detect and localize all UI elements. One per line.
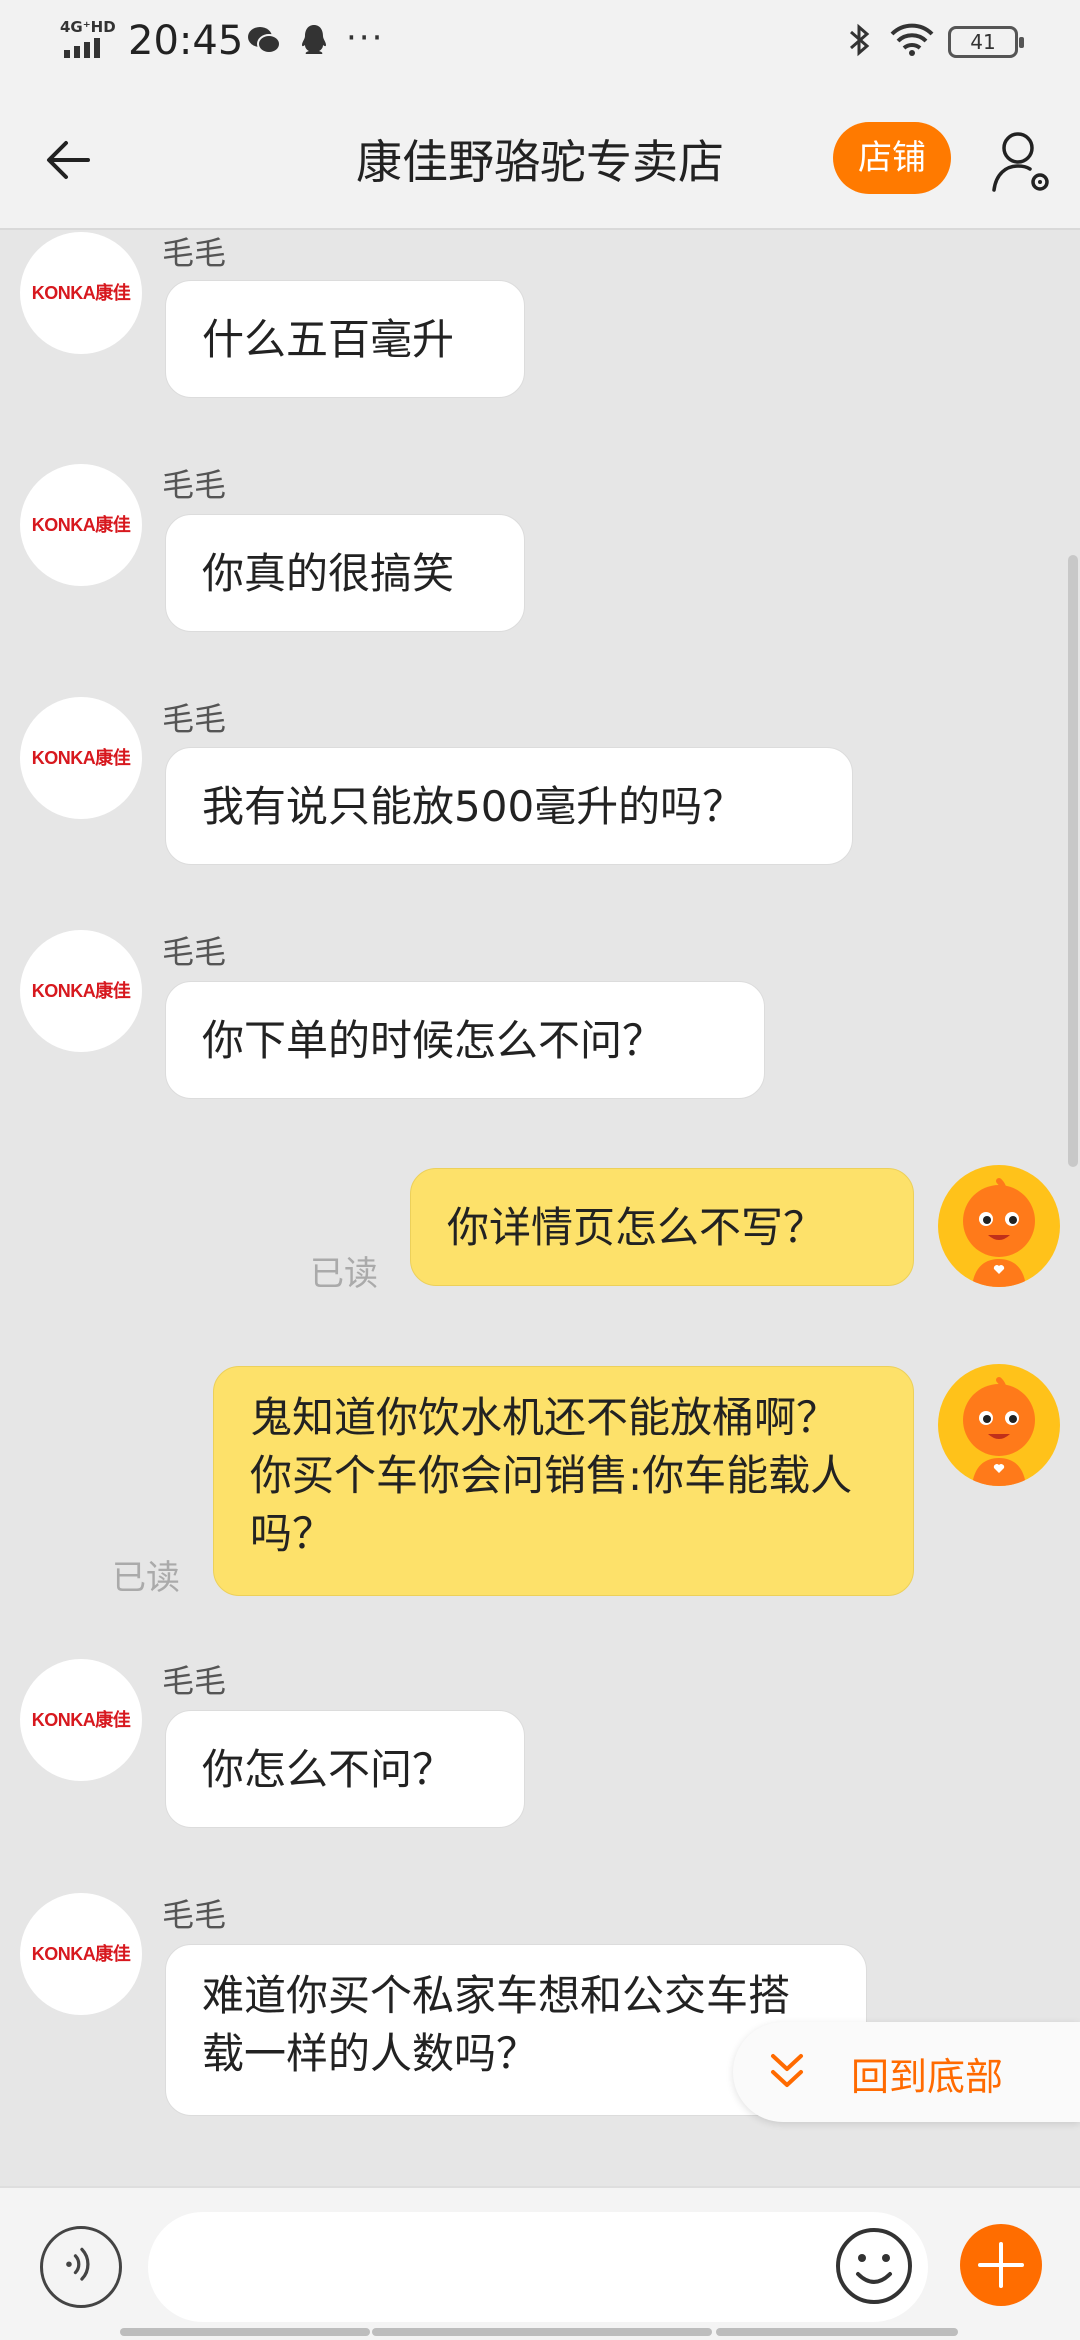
double-chevron-down-icon (771, 2054, 803, 2087)
sender-name: 毛毛 (162, 700, 227, 738)
bluetooth-icon (850, 23, 870, 57)
nav-indicator (120, 2328, 370, 2336)
message-bubble[interactable]: 什么五百毫升 (165, 280, 525, 398)
user-avatar[interactable] (938, 1165, 1060, 1287)
battery-level: 41 (970, 30, 996, 54)
message-bubble[interactable]: 我有说只能放500毫升的吗？ (165, 747, 853, 865)
message-bubble-mine[interactable]: 鬼知道你饮水机还不能放桶啊？你买个车你会问销售:你车能载人吗？ (213, 1366, 914, 1596)
message-list[interactable]: KONKA康佳 毛毛 什么五百毫升 KONKA康佳 毛毛 你真的很搞笑 KONK… (0, 232, 1080, 2182)
read-receipt: 已读 (112, 1558, 180, 1598)
sender-name: 毛毛 (162, 1662, 227, 1700)
mascot-avatar-icon (963, 1377, 1035, 1486)
status-bar: 4G⁺HD 20:45 ··· 41 (0, 0, 1080, 88)
sender-name: 毛毛 (162, 234, 227, 272)
sender-name: 毛毛 (162, 933, 227, 971)
message-bubble-mine[interactable]: 你详情页怎么不写？ (410, 1168, 914, 1286)
mascot-avatar-icon (963, 1178, 1035, 1287)
shop-avatar[interactable]: KONKA康佳 (20, 1893, 142, 2015)
nav-indicator (716, 2328, 958, 2336)
shop-avatar[interactable]: KONKA康佳 (20, 464, 142, 586)
message-bubble[interactable]: 你真的很搞笑 (165, 514, 525, 632)
shop-avatar[interactable]: KONKA康佳 (20, 1659, 142, 1781)
more-notifications: ··· (346, 18, 385, 58)
user-avatar[interactable] (938, 1364, 1060, 1486)
voice-icon (66, 2247, 90, 2281)
qq-icon (302, 25, 326, 54)
back-to-bottom-button[interactable]: 回到底部 (733, 2022, 1080, 2122)
wechat-icon (248, 27, 281, 54)
shop-avatar[interactable]: KONKA康佳 (20, 232, 142, 354)
profile-settings-icon[interactable] (986, 126, 1056, 196)
sender-name: 毛毛 (162, 466, 227, 504)
signal-icon: 4G⁺HD (58, 18, 118, 58)
back-to-bottom-label: 回到底部 (851, 2055, 1004, 2099)
shop-button[interactable]: 店铺 (833, 122, 951, 194)
voice-button[interactable] (40, 2226, 122, 2308)
message-bubble[interactable]: 你下单的时候怎么不问？ (165, 981, 765, 1099)
input-bar (0, 2186, 1080, 2340)
battery-icon: 41 (948, 26, 1024, 58)
chat-header: 康佳野骆驼专卖店 店铺 (0, 88, 1080, 230)
scrollbar[interactable] (1068, 555, 1078, 1167)
message-bubble[interactable]: 你怎么不问？ (165, 1710, 525, 1828)
message-input[interactable] (148, 2212, 928, 2322)
read-receipt: 已读 (310, 1254, 378, 1294)
emoji-icon[interactable] (834, 2226, 914, 2306)
sender-name: 毛毛 (162, 1896, 227, 1934)
plus-icon[interactable] (960, 2224, 1042, 2306)
wifi-icon (890, 23, 934, 56)
shop-avatar[interactable]: KONKA康佳 (20, 697, 142, 819)
clock: 20:45 (128, 18, 244, 64)
network-type: 4G⁺HD (60, 18, 116, 36)
nav-indicator (372, 2328, 712, 2336)
shop-avatar[interactable]: KONKA康佳 (20, 930, 142, 1052)
